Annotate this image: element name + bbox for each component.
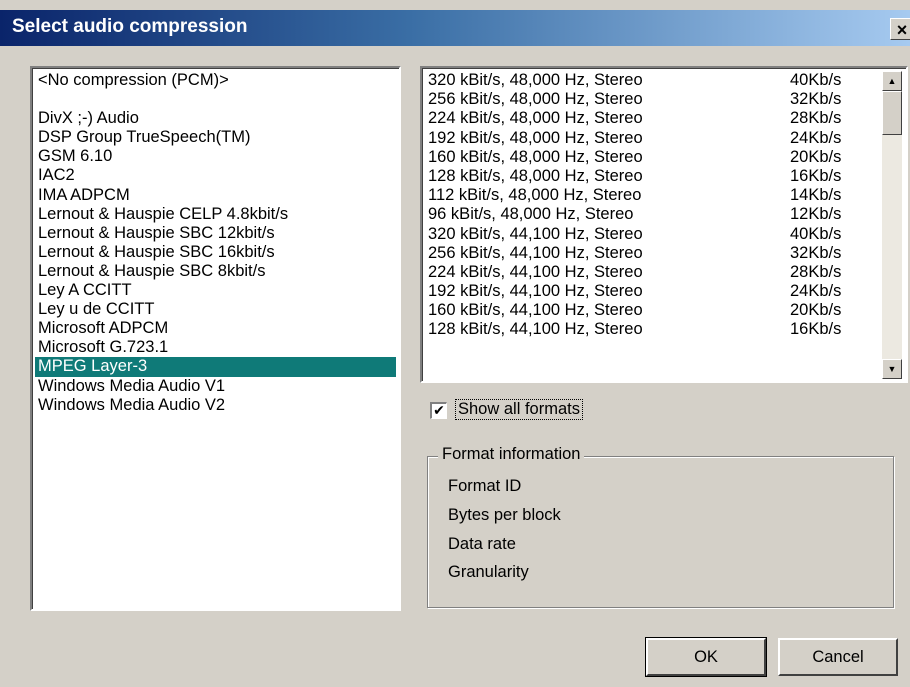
codec-list-item[interactable]: GSM 6.10 xyxy=(35,147,396,166)
format-list-item[interactable]: 112 kBit/s, 48,000 Hz, Stereo 14Kb/s xyxy=(425,186,880,205)
format-list-item[interactable]: 128 kBit/s, 44,100 Hz, Stereo 16Kb/s xyxy=(425,320,880,339)
format-rate: 24Kb/s xyxy=(790,128,842,147)
codec-list-item[interactable]: Ley u de CCITT xyxy=(35,300,396,319)
format-name: 256 kBit/s, 44,100 Hz, Stereo xyxy=(428,243,643,262)
codec-list-item[interactable]: IMA ADPCM xyxy=(35,186,396,205)
format-name: 320 kBit/s, 44,100 Hz, Stereo xyxy=(428,224,643,243)
format-rate: 32Kb/s xyxy=(790,243,842,262)
format-rate: 32Kb/s xyxy=(790,90,842,109)
format-list-item[interactable]: 224 kBit/s, 48,000 Hz, Stereo 28Kb/s xyxy=(425,109,880,128)
format-list-item[interactable]: 256 kBit/s, 44,100 Hz, Stereo 32Kb/s xyxy=(425,244,880,263)
format-rate: 24Kb/s xyxy=(790,282,842,301)
codec-listbox[interactable]: <No compression (PCM)> DivX ;-) Audio DSP … xyxy=(30,66,401,611)
codec-list-item[interactable] xyxy=(35,90,396,109)
codec-list-item[interactable]: Microsoft G.723.1 xyxy=(35,338,396,357)
format-rate: 12Kb/s xyxy=(790,205,842,224)
codec-list-item[interactable]: DivX ;-) Audio xyxy=(35,109,396,128)
cancel-button[interactable]: Cancel xyxy=(778,638,898,676)
codec-list-item[interactable]: Windows Media Audio V1 xyxy=(35,377,396,396)
format-information-group: Format information Format ID Bytes per b… xyxy=(427,445,894,608)
format-rate: 16Kb/s xyxy=(790,320,842,339)
codec-items: <No compression (PCM)> DivX ;-) Audio DSP … xyxy=(35,71,396,415)
scroll-down-icon[interactable]: ▼ xyxy=(882,359,902,379)
format-information-legend: Format information xyxy=(438,445,585,464)
format-list-item[interactable]: 192 kBit/s, 44,100 Hz, Stereo 24Kb/s xyxy=(425,282,880,301)
codec-list-item[interactable]: DSP Group TrueSpeech(TM) xyxy=(35,128,396,147)
codec-list-item[interactable]: Lernout & Hauspie CELP 4.8kbit/s xyxy=(35,205,396,224)
dialog-title: Select audio compression xyxy=(12,16,248,37)
format-list-item[interactable]: 192 kBit/s, 48,000 Hz, Stereo 24Kb/s xyxy=(425,129,880,148)
format-rate: 20Kb/s xyxy=(790,147,842,166)
format-name: 224 kBit/s, 44,100 Hz, Stereo xyxy=(428,262,643,281)
format-rate: 28Kb/s xyxy=(790,109,842,128)
format-list-item[interactable]: 96 kBit/s, 48,000 Hz, Stereo 12Kb/s xyxy=(425,205,880,224)
format-name: 224 kBit/s, 48,000 Hz, Stereo xyxy=(428,109,643,128)
dialog-window: Select audio compression × <No compressi… xyxy=(0,0,910,687)
codec-list-item[interactable]: Lernout & Hauspie SBC 8kbit/s xyxy=(35,262,396,281)
title-bar[interactable]: Select audio compression × xyxy=(0,10,910,46)
format-list-item[interactable]: 320 kBit/s, 44,100 Hz, Stereo 40Kb/s xyxy=(425,225,880,244)
bytes-per-block-label: Bytes per block xyxy=(448,506,561,524)
codec-list-item[interactable]: MPEG Layer-3 xyxy=(35,357,396,377)
format-name: 112 kBit/s, 48,000 Hz, Stereo xyxy=(428,186,642,205)
format-rate: 28Kb/s xyxy=(790,262,842,281)
format-rate: 20Kb/s xyxy=(790,301,842,320)
data-rate-label: Data rate xyxy=(448,535,516,553)
format-name: 192 kBit/s, 44,100 Hz, Stereo xyxy=(428,282,643,301)
format-name: 192 kBit/s, 48,000 Hz, Stereo xyxy=(428,128,643,147)
granularity-label: Granularity xyxy=(448,563,529,581)
codec-list-item[interactable]: Lernout & Hauspie SBC 12kbit/s xyxy=(35,224,396,243)
ok-button[interactable]: OK xyxy=(645,637,767,677)
codec-list-item[interactable]: Lernout & Hauspie SBC 16kbit/s xyxy=(35,243,396,262)
format-name: 128 kBit/s, 48,000 Hz, Stereo xyxy=(428,166,643,185)
scroll-thumb[interactable] xyxy=(882,91,902,135)
format-name: 320 kBit/s, 48,000 Hz, Stereo xyxy=(428,71,643,89)
show-all-formats-label[interactable]: Show all formats xyxy=(455,399,583,420)
format-list-item[interactable]: 256 kBit/s, 48,000 Hz, Stereo 32Kb/s xyxy=(425,90,880,109)
format-name: 128 kBit/s, 44,100 Hz, Stereo xyxy=(428,320,643,339)
format-list-item[interactable]: 160 kBit/s, 44,100 Hz, Stereo 20Kb/s xyxy=(425,301,880,320)
format-list-item[interactable]: 160 kBit/s, 48,000 Hz, Stereo 20Kb/s xyxy=(425,148,880,167)
format-scrollbar[interactable]: ▲ ▼ xyxy=(882,71,902,379)
format-rate: 40Kb/s xyxy=(790,224,842,243)
format-list-item[interactable]: 128 kBit/s, 48,000 Hz, Stereo 16Kb/s xyxy=(425,167,880,186)
format-name: 256 kBit/s, 48,000 Hz, Stereo xyxy=(428,90,643,109)
format-rate: 40Kb/s xyxy=(790,71,842,89)
format-name: 160 kBit/s, 48,000 Hz, Stereo xyxy=(428,147,643,166)
codec-list-item[interactable]: IAC2 xyxy=(35,166,396,185)
show-all-formats-checkbox[interactable]: ✔ xyxy=(430,402,447,419)
scroll-up-icon[interactable]: ▲ xyxy=(882,71,902,91)
codec-list-item[interactable]: <No compression (PCM)> xyxy=(35,71,396,90)
codec-list-item[interactable]: Microsoft ADPCM xyxy=(35,319,396,338)
format-rows: 320 kBit/s, 48,000 Hz, Stereo 40Kb/s 256 k… xyxy=(425,71,880,340)
format-list-item[interactable]: 320 kBit/s, 48,000 Hz, Stereo 40Kb/s xyxy=(425,71,880,90)
format-name: 160 kBit/s, 44,100 Hz, Stereo xyxy=(428,301,643,320)
format-id-label: Format ID xyxy=(448,477,522,495)
format-list-item[interactable]: 224 kBit/s, 44,100 Hz, Stereo 28Kb/s xyxy=(425,263,880,282)
close-icon[interactable]: × xyxy=(890,18,910,40)
format-rate: 16Kb/s xyxy=(790,166,842,185)
format-name: 96 kBit/s, 48,000 Hz, Stereo xyxy=(428,205,634,224)
codec-list-item[interactable]: Windows Media Audio V2 xyxy=(35,396,396,415)
codec-list-item[interactable]: Ley A CCITT xyxy=(35,281,396,300)
format-listbox[interactable]: 320 kBit/s, 48,000 Hz, Stereo 40Kb/s 256 k… xyxy=(420,66,908,383)
format-rate: 14Kb/s xyxy=(790,186,842,205)
